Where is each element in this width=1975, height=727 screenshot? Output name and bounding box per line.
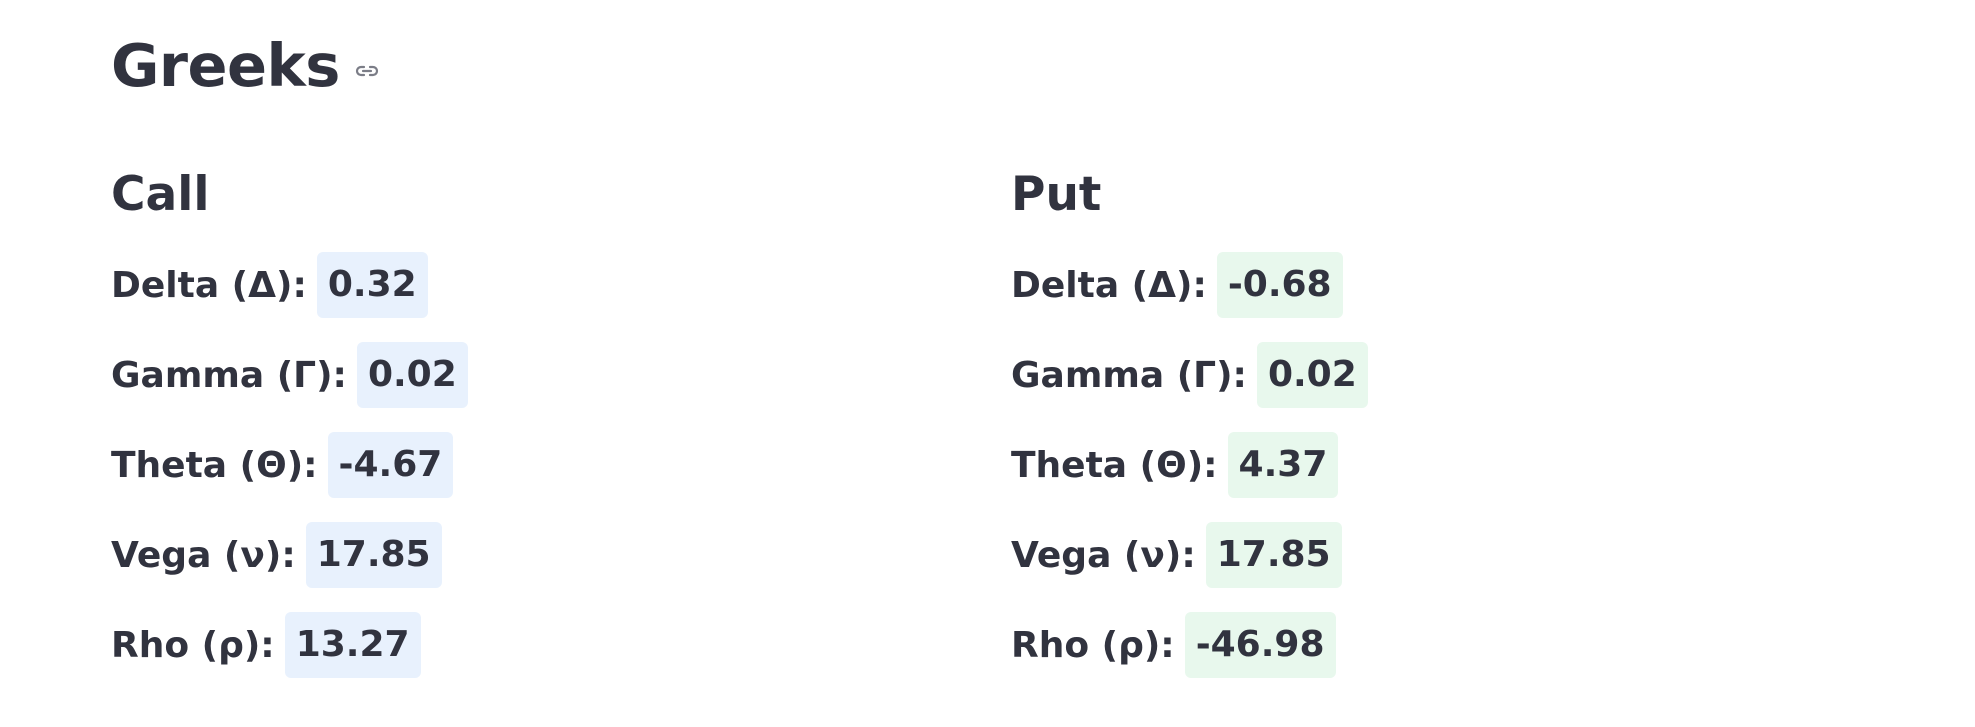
call-title: Call <box>111 167 210 222</box>
put-column: Put Delta (Δ): -0.68 Gamma (Γ): 0.02 The… <box>1011 160 1711 702</box>
put-delta-label: Delta (Δ): <box>1011 264 1207 306</box>
put-rho-label: Rho (ρ): <box>1011 624 1175 666</box>
put-theta-row: Theta (Θ): 4.37 <box>1011 432 1711 498</box>
put-delta-value: -0.68 <box>1216 252 1343 318</box>
call-theta-label: Theta (Θ): <box>111 444 318 486</box>
call-rho-row: Rho (ρ): 13.27 <box>111 612 811 678</box>
call-theta-row: Theta (Θ): -4.67 <box>111 432 811 498</box>
put-vega-value: 17.85 <box>1205 522 1342 588</box>
call-gamma-row: Gamma (Γ): 0.02 <box>111 342 811 408</box>
call-gamma-value: 0.02 <box>356 342 468 408</box>
put-theta-value: 4.37 <box>1227 432 1339 498</box>
call-delta-label: Delta (Δ): <box>111 264 307 306</box>
title-row: Greeks <box>111 28 382 104</box>
call-column: Call Delta (Δ): 0.32 Gamma (Γ): 0.02 The… <box>111 160 811 702</box>
put-title: Put <box>1011 167 1102 222</box>
call-vega-label: Vega (ν): <box>111 534 296 576</box>
put-delta-row: Delta (Δ): -0.68 <box>1011 252 1711 318</box>
call-vega-row: Vega (ν): 17.85 <box>111 522 811 588</box>
put-vega-row: Vega (ν): 17.85 <box>1011 522 1711 588</box>
greeks-page: Greeks Call Delta (Δ): 0.32 Gamma (Γ): 0… <box>111 0 1911 727</box>
call-vega-value: 17.85 <box>305 522 442 588</box>
put-theta-label: Theta (Θ): <box>1011 444 1218 486</box>
call-theta-value: -4.67 <box>327 432 454 498</box>
put-rho-value: -46.98 <box>1184 612 1336 678</box>
link-icon[interactable] <box>352 61 382 81</box>
put-gamma-value: 0.02 <box>1256 342 1368 408</box>
put-vega-label: Vega (ν): <box>1011 534 1196 576</box>
call-delta-row: Delta (Δ): 0.32 <box>111 252 811 318</box>
page-title: Greeks <box>111 31 340 100</box>
put-gamma-label: Gamma (Γ): <box>1011 354 1247 396</box>
call-gamma-label: Gamma (Γ): <box>111 354 347 396</box>
call-rho-label: Rho (ρ): <box>111 624 275 666</box>
put-gamma-row: Gamma (Γ): 0.02 <box>1011 342 1711 408</box>
call-delta-value: 0.32 <box>316 252 428 318</box>
call-rho-value: 13.27 <box>284 612 421 678</box>
put-rho-row: Rho (ρ): -46.98 <box>1011 612 1711 678</box>
